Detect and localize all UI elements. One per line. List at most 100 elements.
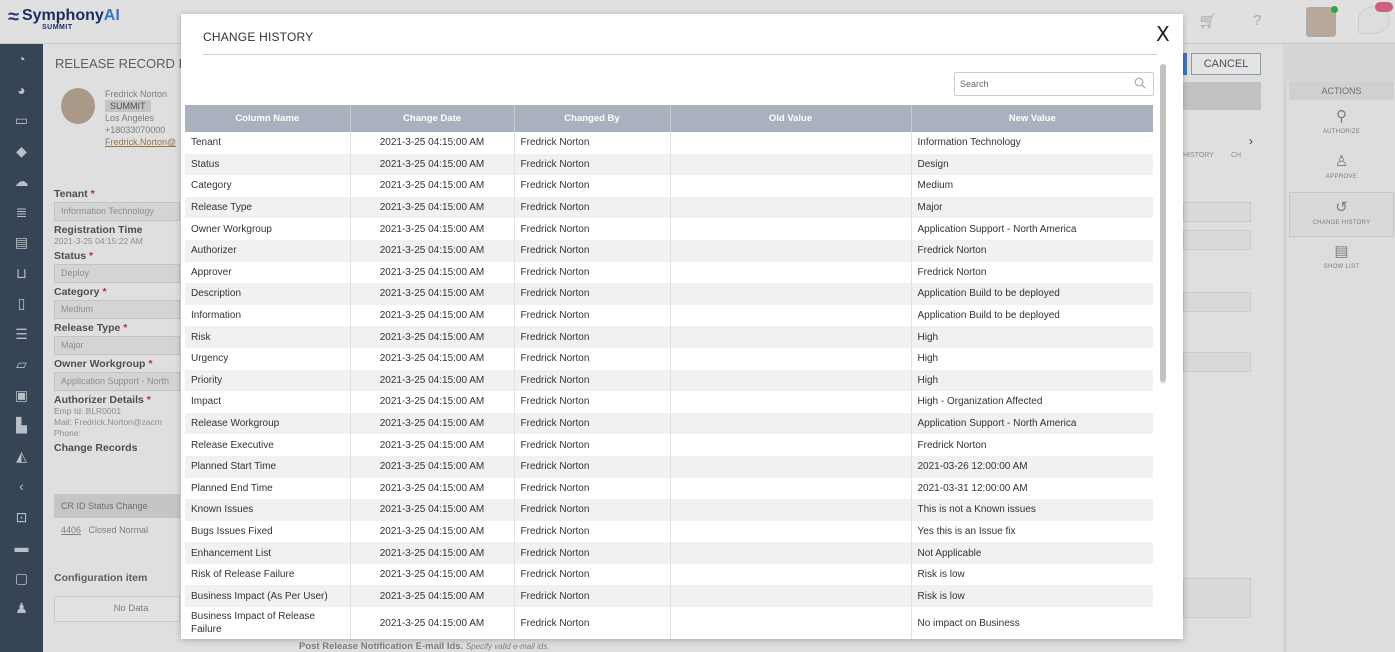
- cell-change-date: 2021-3-25 04:15:00 AM: [350, 261, 515, 284]
- cell-column-name: Release Type: [185, 196, 351, 219]
- cell-column-name: Planned Start Time: [185, 455, 351, 478]
- table-row[interactable]: Tenant 2021-3-25 04:15:00 AM Fredrick Nort…: [185, 132, 1153, 154]
- cell-new-value: No impact on Business: [917, 617, 1020, 629]
- table-row[interactable]: Bugs Issues Fixed 2021-3-25 04:15:00 AM Fr…: [185, 520, 1153, 543]
- cell-old-value: [670, 455, 912, 478]
- cell-new-value: Fredrick Norton: [911, 239, 1153, 262]
- table-row[interactable]: Risk 2021-3-25 04:15:00 AM Fredrick Norton…: [185, 326, 1153, 348]
- cell-old-value: [670, 412, 912, 435]
- vertical-scrollbar[interactable]: [1160, 64, 1166, 384]
- cell-old-value: [670, 434, 912, 456]
- search-input[interactable]: [955, 73, 1125, 95]
- cell-change-date: 2021-3-25 04:15:00 AM: [350, 391, 515, 413]
- cell-old-value: [670, 563, 912, 586]
- cell-changed-by: Fredrick Norton: [514, 132, 671, 154]
- cell-old-value: [670, 607, 912, 639]
- cell-old-value: [670, 239, 912, 262]
- table-row[interactable]: Business Impact (As Per User) 2021-3-25 0…: [185, 585, 1153, 608]
- cell-new-value: Medium: [917, 180, 954, 192]
- cell-changed-by: Fredrick Norton: [514, 455, 671, 478]
- cell-old-value: [670, 304, 912, 327]
- cell-change-date: 2021-3-25 04:15:00 AM: [350, 369, 515, 392]
- cell-change-date: 2021-3-25 04:15:00 AM: [350, 434, 515, 456]
- cell-new-value: Application Support - North America: [917, 223, 1077, 235]
- cell-column-name: Release Workgroup: [185, 412, 351, 435]
- cell-old-value: [670, 347, 912, 370]
- cell-changed-by: Fredrick Norton: [514, 239, 671, 262]
- table-row[interactable]: Authorizer 2021-3-25 04:15:00 AM Fredrick …: [185, 239, 1153, 262]
- column-header-new-value[interactable]: New Value: [911, 105, 1153, 132]
- cell-changed-by: Fredrick Norton: [514, 326, 671, 348]
- cell-new-value: High: [917, 353, 939, 365]
- cell-column-name: Information: [185, 304, 351, 327]
- cell-column-name: Known Issues: [185, 499, 351, 521]
- title-divider: [203, 54, 1157, 55]
- table-row[interactable]: Approver 2021-3-25 04:15:00 AM Fredrick No…: [185, 261, 1153, 284]
- cell-change-date: 2021-3-25 04:15:00 AM: [350, 153, 515, 176]
- table-row[interactable]: Planned End Time 2021-3-25 04:15:00 AM Fre…: [185, 477, 1153, 500]
- cell-column-name: Release Executive: [185, 434, 351, 456]
- cell-new-value: 2021-03-31 12:00:00 AM: [917, 482, 1028, 494]
- cell-changed-by: Fredrick Norton: [514, 607, 671, 639]
- cell-column-name: Authorizer: [185, 239, 351, 262]
- cell-new-value: Yes this is an Issue fix: [917, 525, 1016, 537]
- cell-change-date: 2021-3-25 04:15:00 AM: [350, 412, 515, 435]
- cell-new-value: Not Applicable: [911, 542, 1153, 564]
- table-row[interactable]: Release Workgroup 2021-3-25 04:15:00 AM Fr…: [185, 412, 1153, 435]
- cell-changed-by: Fredrick Norton: [514, 283, 671, 305]
- table-row[interactable]: Release Executive 2021-3-25 04:15:00 AM Fr…: [185, 434, 1153, 456]
- column-header-old-value[interactable]: Old Value: [670, 105, 912, 132]
- table-row[interactable]: Status 2021-3-25 04:15:00 AM Fredrick Nort…: [185, 153, 1153, 176]
- cell-column-name: Tenant: [185, 132, 351, 154]
- cell-old-value: [670, 261, 912, 284]
- cell-new-value: Fredrick Norton: [917, 266, 987, 278]
- column-header-changed-by[interactable]: Changed By: [514, 105, 671, 132]
- table-row[interactable]: Description 2021-3-25 04:15:00 AM Fredrick…: [185, 283, 1153, 305]
- table-row[interactable]: Impact 2021-3-25 04:15:00 AM Fredrick Nort…: [185, 391, 1153, 413]
- table-row[interactable]: Owner Workgroup 2021-3-25 04:15:00 AM Fred…: [185, 218, 1153, 240]
- search-icon[interactable]: [1134, 77, 1146, 89]
- table-row[interactable]: Risk of Release Failure 2021-3-25 04:15:0…: [185, 563, 1153, 586]
- table-row[interactable]: Business Impact of Release Failure 2021-3…: [185, 607, 1153, 639]
- table-row[interactable]: Category 2021-3-25 04:15:00 AM Fredrick No…: [185, 175, 1153, 197]
- table-row[interactable]: Enhancement List 2021-3-25 04:15:00 AM Fre…: [185, 542, 1153, 564]
- cell-change-date: 2021-3-25 04:15:00 AM: [350, 499, 515, 521]
- column-header-change-date[interactable]: Change Date: [350, 105, 515, 132]
- column-header-column-name[interactable]: Column Name: [185, 105, 351, 132]
- table-row[interactable]: Urgency 2021-3-25 04:15:00 AM Fredrick Nor…: [185, 347, 1153, 370]
- table-row[interactable]: Release Type 2021-3-25 04:15:00 AM Fredric…: [185, 196, 1153, 219]
- scrollbar-thumb[interactable]: [1160, 64, 1166, 382]
- cell-old-value: [670, 477, 912, 500]
- cell-change-date: 2021-3-25 04:15:00 AM: [350, 132, 515, 154]
- cell-changed-by: Fredrick Norton: [514, 563, 671, 586]
- table-row[interactable]: Priority 2021-3-25 04:15:00 AM Fredrick No…: [185, 369, 1153, 392]
- cell-column-name: Category: [185, 175, 351, 197]
- cell-change-date: 2021-3-25 04:15:00 AM: [350, 175, 515, 197]
- cell-changed-by: Fredrick Norton: [514, 585, 671, 608]
- cell-column-name: Risk: [185, 326, 351, 348]
- cell-column-name: Impact: [185, 391, 351, 413]
- cell-changed-by: Fredrick Norton: [514, 175, 671, 197]
- cell-changed-by: Fredrick Norton: [514, 412, 671, 435]
- cell-new-value: Fredrick Norton: [917, 439, 987, 451]
- cell-column-name: Urgency: [185, 347, 351, 370]
- cell-changed-by: Fredrick Norton: [514, 499, 671, 521]
- cell-column-name: Business Impact (As Per User): [185, 585, 351, 608]
- cell-old-value: [670, 175, 912, 197]
- cell-new-value: High: [911, 326, 1153, 348]
- cell-changed-by: Fredrick Norton: [514, 347, 671, 370]
- cell-changed-by: Fredrick Norton: [514, 153, 671, 176]
- close-button[interactable]: X: [1156, 22, 1170, 46]
- table-row[interactable]: Known Issues 2021-3-25 04:15:00 AM Fredric…: [185, 499, 1153, 521]
- cell-changed-by: Fredrick Norton: [514, 542, 671, 564]
- table-row[interactable]: Planned Start Time 2021-3-25 04:15:00 AM F…: [185, 455, 1153, 478]
- cell-old-value: [670, 585, 912, 608]
- cell-change-date: 2021-3-25 04:15:00 AM: [350, 239, 515, 262]
- cell-change-date: 2021-3-25 04:15:00 AM: [350, 283, 515, 305]
- cell-change-date: 2021-3-25 04:15:00 AM: [350, 563, 515, 586]
- cell-column-name: Priority: [185, 369, 351, 392]
- cell-new-value: Risk is low: [917, 569, 965, 581]
- cell-changed-by: Fredrick Norton: [514, 304, 671, 327]
- table-row[interactable]: Information 2021-3-25 04:15:00 AM Fredrick…: [185, 304, 1153, 327]
- cell-new-value: High - Organization Affected: [917, 396, 1043, 408]
